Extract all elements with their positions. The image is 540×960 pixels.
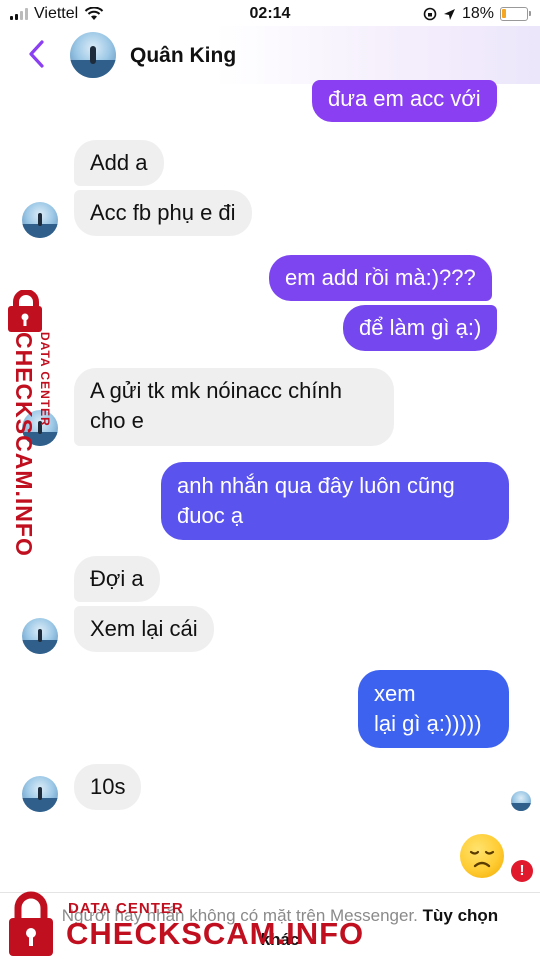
chevron-left-icon[interactable]	[22, 36, 52, 72]
message-text-line: đuoc ạ	[177, 503, 244, 528]
location-arrow-icon	[443, 8, 455, 20]
message-incoming[interactable]: Xem lại cái	[74, 606, 214, 652]
watermark-brand: CHECKSCAM.INFO	[66, 916, 365, 951]
watermark-side: DATA CENTER CHECKSCAM.INFO	[4, 290, 64, 557]
message-text-line: anh nhắn qua đây luôn cũng	[177, 473, 455, 498]
watermark-brand: CHECKSCAM.INFO	[11, 332, 37, 557]
message-text: Xem lại cái	[90, 616, 198, 641]
disappointed-face-icon[interactable]	[460, 834, 504, 878]
message-text: để làm gì ạ:)	[359, 315, 482, 340]
message-incoming[interactable]: Acc fb phụ e đi	[74, 190, 252, 236]
message-text: đưa em acc với	[328, 86, 481, 111]
message-text-line: lại gì ạ:)))))	[374, 711, 482, 736]
message-text-line: cho e	[90, 408, 144, 433]
message-text: Đợi a	[90, 566, 144, 591]
message-incoming[interactable]: A gửi tk mk nóinacc chính cho e	[74, 368, 394, 446]
rotation-lock-icon	[423, 7, 437, 21]
contact-avatar-small[interactable]	[22, 776, 58, 812]
message-text: em add rồi mà:)???	[285, 265, 476, 290]
message-outgoing[interactable]: để làm gì ạ:)	[343, 305, 498, 351]
message-text: Acc fb phụ e đi	[90, 200, 236, 225]
message-text: 10s	[90, 774, 126, 799]
message-outgoing[interactable]: xem lại gì ạ:)))))	[358, 670, 509, 748]
watermark-label: DATA CENTER	[38, 332, 52, 427]
battery-icon	[500, 7, 531, 21]
watermark-bottom: DATA CENTER CHECKSCAM.INFO	[0, 888, 363, 960]
message-text: Add a	[90, 150, 148, 175]
exclamation-icon[interactable]: !	[511, 860, 533, 882]
message-text-line: xem	[374, 681, 416, 706]
seen-receipt-avatar	[511, 791, 531, 811]
contact-avatar-small[interactable]	[22, 202, 58, 238]
chat-header: Quân King	[0, 26, 540, 84]
message-outgoing[interactable]: đưa em acc với	[312, 80, 497, 122]
battery-percent: 18%	[461, 5, 494, 22]
message-text-line: A gửi tk mk nóinacc chính	[90, 378, 342, 403]
disappointed-face-glyph	[469, 850, 495, 868]
lock-icon	[9, 891, 53, 956]
message-incoming[interactable]: Đợi a	[74, 556, 160, 602]
lock-icon	[8, 290, 42, 332]
message-outgoing[interactable]: anh nhắn qua đây luôn cũng đuoc ạ	[161, 462, 509, 540]
contact-avatar[interactable]	[70, 32, 116, 78]
contact-avatar-small[interactable]	[22, 618, 58, 654]
watermark-label: DATA CENTER	[68, 900, 184, 917]
message-outgoing[interactable]: em add rồi mà:)???	[269, 255, 492, 301]
message-incoming[interactable]: Add a	[74, 140, 164, 186]
message-incoming[interactable]: 10s	[74, 764, 142, 810]
contact-name[interactable]: Quân King	[130, 44, 236, 68]
